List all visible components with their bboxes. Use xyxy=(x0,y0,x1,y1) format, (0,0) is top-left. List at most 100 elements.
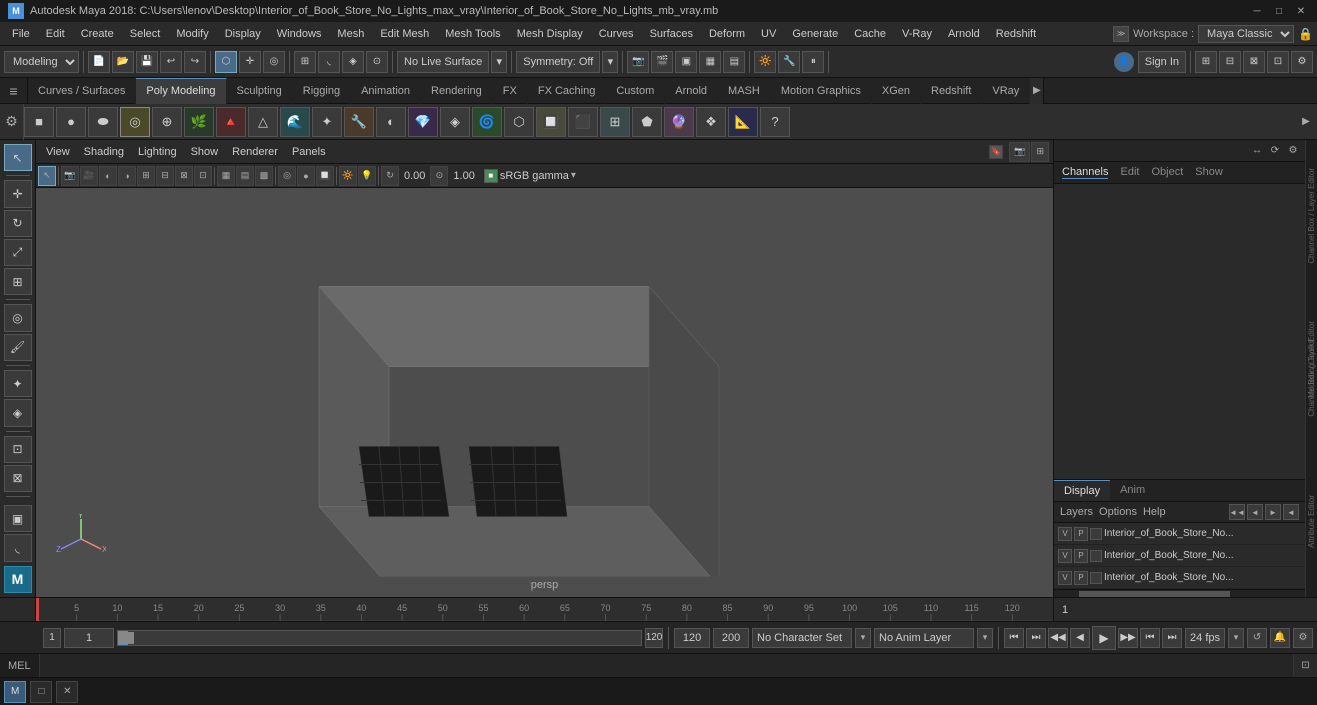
snap-point-button[interactable]: ◈ xyxy=(342,51,364,73)
menu-mesh-tools[interactable]: Mesh Tools xyxy=(437,22,508,46)
menu-edit[interactable]: Edit xyxy=(38,22,73,46)
redo-button[interactable]: ↪ xyxy=(184,51,206,73)
vt-num-icon[interactable]: ⊙ xyxy=(430,166,448,186)
shading-menu[interactable]: Shading xyxy=(78,144,130,160)
universal-manip-button[interactable]: ✦ xyxy=(4,370,32,397)
close-button[interactable]: ✕ xyxy=(1293,3,1309,19)
shelf-icon-1[interactable]: ■ xyxy=(24,107,54,137)
taskbar-min-button[interactable]: □ xyxy=(30,681,52,703)
range-end-1[interactable]: 120 xyxy=(674,628,710,648)
anim-tab[interactable]: Anim xyxy=(1110,480,1155,501)
tab-curves-surfaces[interactable]: Curves / Surfaces xyxy=(28,78,136,104)
vt-btn-7[interactable]: ⊠ xyxy=(175,166,193,186)
select-tool-button[interactable]: ⬡ xyxy=(215,51,237,73)
menu-file[interactable]: File xyxy=(4,22,38,46)
move-tool-button[interactable]: ✛ xyxy=(239,51,261,73)
anim-layer-dropdown[interactable]: ▾ xyxy=(977,628,993,648)
maximize-button[interactable]: □ xyxy=(1271,3,1287,19)
shelf-icon-8[interactable]: △ xyxy=(248,107,278,137)
shelf-icon-17[interactable]: 🔲 xyxy=(536,107,566,137)
tab-rendering[interactable]: Rendering xyxy=(421,78,493,104)
shelf-icon-6[interactable]: 🌿 xyxy=(184,107,214,137)
share-button-3[interactable]: ⊠ xyxy=(1243,51,1265,73)
settings-button[interactable]: ⚙ xyxy=(1291,51,1313,73)
shelf-icon-9[interactable]: 🌊 xyxy=(280,107,310,137)
options-menu[interactable]: Options xyxy=(1099,506,1137,518)
menu-create[interactable]: Create xyxy=(73,22,122,46)
scale-button[interactable]: ⤢ xyxy=(4,239,32,266)
shelf-icon-12[interactable]: ◐ xyxy=(376,107,406,137)
tab-redshift[interactable]: Redshift xyxy=(921,78,982,104)
anim-layer-button[interactable]: No Anim Layer xyxy=(874,628,974,648)
move-button[interactable]: ✛ xyxy=(4,180,32,207)
vt-btn-4[interactable]: ◑ xyxy=(118,166,136,186)
symmetry-button[interactable]: Symmetry: Off xyxy=(516,51,600,73)
cam-btn-5[interactable]: ▤ xyxy=(723,51,745,73)
panel-icon-2[interactable]: ⟳ xyxy=(1267,143,1283,159)
vt-select[interactable]: ↖ xyxy=(38,166,56,186)
back-step-button[interactable]: ◀ xyxy=(1070,628,1090,648)
shelf-icon-14[interactable]: ◈ xyxy=(440,107,470,137)
shelf-icon-10[interactable]: ✦ xyxy=(312,107,342,137)
menu-vray[interactable]: V-Ray xyxy=(894,22,940,46)
back-play-button[interactable]: ◀◀ xyxy=(1048,628,1068,648)
view-menu[interactable]: View xyxy=(40,144,76,160)
shelf-icon-2[interactable]: ● xyxy=(56,107,86,137)
menu-edit-mesh[interactable]: Edit Mesh xyxy=(372,22,437,46)
fps-dropdown[interactable]: ▾ xyxy=(1228,628,1244,648)
layer-fwd-btn[interactable]: ► xyxy=(1265,504,1281,520)
cycle-button[interactable]: ↺ xyxy=(1247,628,1267,648)
menu-modify[interactable]: Modify xyxy=(168,22,216,46)
tab-custom[interactable]: Custom xyxy=(606,78,665,104)
help-menu[interactable]: Help xyxy=(1143,506,1166,518)
prev-start-button[interactable]: ⏮ xyxy=(1004,628,1024,648)
object-tab[interactable]: Object xyxy=(1151,166,1183,179)
next-frame-button[interactable]: ⏮ xyxy=(1140,628,1160,648)
menu-mesh[interactable]: Mesh xyxy=(329,22,372,46)
layer-v-3[interactable]: V xyxy=(1058,571,1072,585)
vp-grid-ctrl[interactable]: ⊞ xyxy=(1031,142,1049,162)
layer-row-2[interactable]: V P Interior_of_Book_Store_No... xyxy=(1054,545,1305,567)
menu-curves[interactable]: Curves xyxy=(591,22,642,46)
vt-btn-16[interactable]: 💡 xyxy=(358,166,376,186)
transform-button[interactable]: ⊞ xyxy=(4,268,32,295)
undo-button[interactable]: ↩ xyxy=(160,51,182,73)
menu-mesh-display[interactable]: Mesh Display xyxy=(509,22,591,46)
vt-btn-14[interactable]: 🔲 xyxy=(316,166,334,186)
menu-uv[interactable]: UV xyxy=(753,22,784,46)
layer-scrollbar[interactable] xyxy=(1054,589,1305,597)
viewport[interactable]: View Shading Lighting Show Renderer Pane… xyxy=(36,140,1053,597)
panel-icon-1[interactable]: ↔ xyxy=(1249,143,1265,159)
vt-btn-13[interactable]: ● xyxy=(297,166,315,186)
snap-view-button[interactable]: ⊡ xyxy=(4,436,32,463)
share-button-1[interactable]: ⊞ xyxy=(1195,51,1217,73)
cam-btn-4[interactable]: ▦ xyxy=(699,51,721,73)
live-surface-dropdown[interactable]: ▾ xyxy=(491,51,507,73)
shelf-icon-4[interactable]: ◎ xyxy=(120,107,150,137)
audio-button[interactable]: 🔔 xyxy=(1270,628,1290,648)
soft-select-button[interactable]: ◎ xyxy=(4,304,32,331)
share-button-4[interactable]: ⊡ xyxy=(1267,51,1289,73)
shelf-icon-15[interactable]: 🌀 xyxy=(472,107,502,137)
lighting-menu[interactable]: Lighting xyxy=(132,144,183,160)
tab-mash[interactable]: MASH xyxy=(718,78,771,104)
color-space-dropdown[interactable]: ▾ xyxy=(571,170,576,181)
taskbar-close-button[interactable]: ✕ xyxy=(56,681,78,703)
range-end-2[interactable]: 200 xyxy=(713,628,749,648)
menu-surfaces[interactable]: Surfaces xyxy=(642,22,701,46)
edit-tab[interactable]: Edit xyxy=(1120,166,1139,179)
minimize-button[interactable]: ─ xyxy=(1249,3,1265,19)
shelf-scroll-right[interactable]: ▶ xyxy=(1299,104,1313,140)
panels-menu[interactable]: Panels xyxy=(286,144,332,160)
shelf-icon-22[interactable]: ❖ xyxy=(696,107,726,137)
renderer-menu[interactable]: Renderer xyxy=(226,144,284,160)
layer-p-1[interactable]: P xyxy=(1074,527,1088,541)
vt-btn-2[interactable]: 🎥 xyxy=(80,166,98,186)
tab-vray[interactable]: VRay xyxy=(982,78,1030,104)
show-tab[interactable]: Show xyxy=(1195,166,1223,179)
vt-btn-5[interactable]: ⊞ xyxy=(137,166,155,186)
tab-xgen[interactable]: XGen xyxy=(872,78,921,104)
vt-btn-12[interactable]: ◎ xyxy=(278,166,296,186)
tab-fx[interactable]: FX xyxy=(493,78,528,104)
paint-button[interactable]: 🖌 xyxy=(4,334,32,361)
